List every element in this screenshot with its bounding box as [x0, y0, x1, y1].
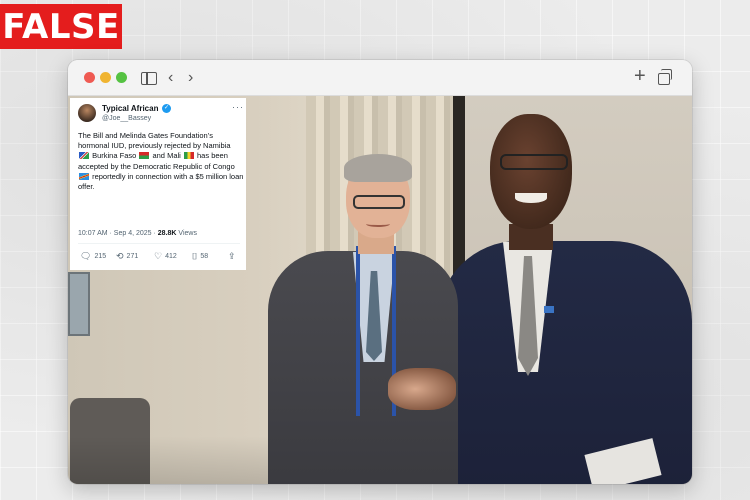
avatar[interactable]	[78, 104, 96, 122]
tweet-handle[interactable]: @Joe__Bassey	[102, 115, 151, 122]
bookmark-count: 58	[200, 253, 209, 260]
repost-count: 271	[126, 253, 139, 260]
bookmark-button[interactable]: ⌷ 58	[192, 252, 208, 261]
reply-button[interactable]: 🗨 215	[80, 252, 106, 261]
divider	[78, 243, 240, 244]
tweet-views-count: 28.8K	[157, 230, 177, 237]
tabs-overview-icon[interactable]	[658, 69, 672, 85]
verified-badge-icon: ✓	[162, 104, 171, 113]
tweet-views-label: Views	[178, 230, 197, 237]
burkina-faso-flag-icon	[139, 152, 150, 160]
browser-window: ‹ › + Typical African ✓ @Joe__Bassey ···…	[68, 60, 692, 484]
repost-button[interactable]: ⟲ 271	[116, 252, 138, 261]
repost-icon: ⟲	[116, 251, 124, 261]
tweet-display-name[interactable]: Typical African	[102, 104, 158, 113]
share-button[interactable]: ⇪	[228, 252, 236, 261]
reply-icon: 🗨	[80, 251, 92, 261]
drc-flag-icon	[79, 172, 89, 180]
maximize-window-button[interactable]	[116, 72, 127, 83]
minimize-window-button[interactable]	[100, 72, 111, 83]
chevron-left-icon[interactable]: ‹	[168, 68, 173, 88]
chevron-right-icon[interactable]: ›	[188, 68, 193, 88]
tweet-actions: 🗨 215 ⟲ 271 ♡ 412 ⌷ 58 ⇪	[80, 252, 240, 264]
share-icon: ⇪	[228, 251, 236, 261]
like-button[interactable]: ♡ 412	[154, 252, 177, 261]
tweet-text: The Bill and Melinda Gates Foundation’s …	[78, 131, 244, 192]
more-options-icon[interactable]: ···	[232, 102, 244, 112]
heart-icon: ♡	[154, 251, 163, 261]
tweet-timestamp[interactable]: 10:07 AM · Sep 4, 2025 ·	[78, 230, 156, 237]
like-count: 412	[165, 253, 177, 260]
tweet-meta: 10:07 AM · Sep 4, 2025 · 28.8K Views	[78, 230, 197, 237]
browser-titlebar: ‹ › +	[68, 60, 692, 96]
mali-flag-icon	[183, 152, 194, 160]
bookmark-icon: ⌷	[192, 251, 198, 261]
reply-count: 215	[94, 253, 107, 260]
close-window-button[interactable]	[84, 72, 95, 83]
false-verdict-badge: FALSE	[0, 4, 122, 49]
tweet-card: Typical African ✓ @Joe__Bassey ··· The B…	[70, 98, 246, 270]
namibia-flag-icon	[79, 152, 89, 160]
plus-icon[interactable]: +	[634, 66, 646, 86]
sidebar-icon[interactable]	[141, 72, 157, 85]
handshake-photo: Typical African ✓ @Joe__Bassey ··· The B…	[68, 96, 692, 484]
